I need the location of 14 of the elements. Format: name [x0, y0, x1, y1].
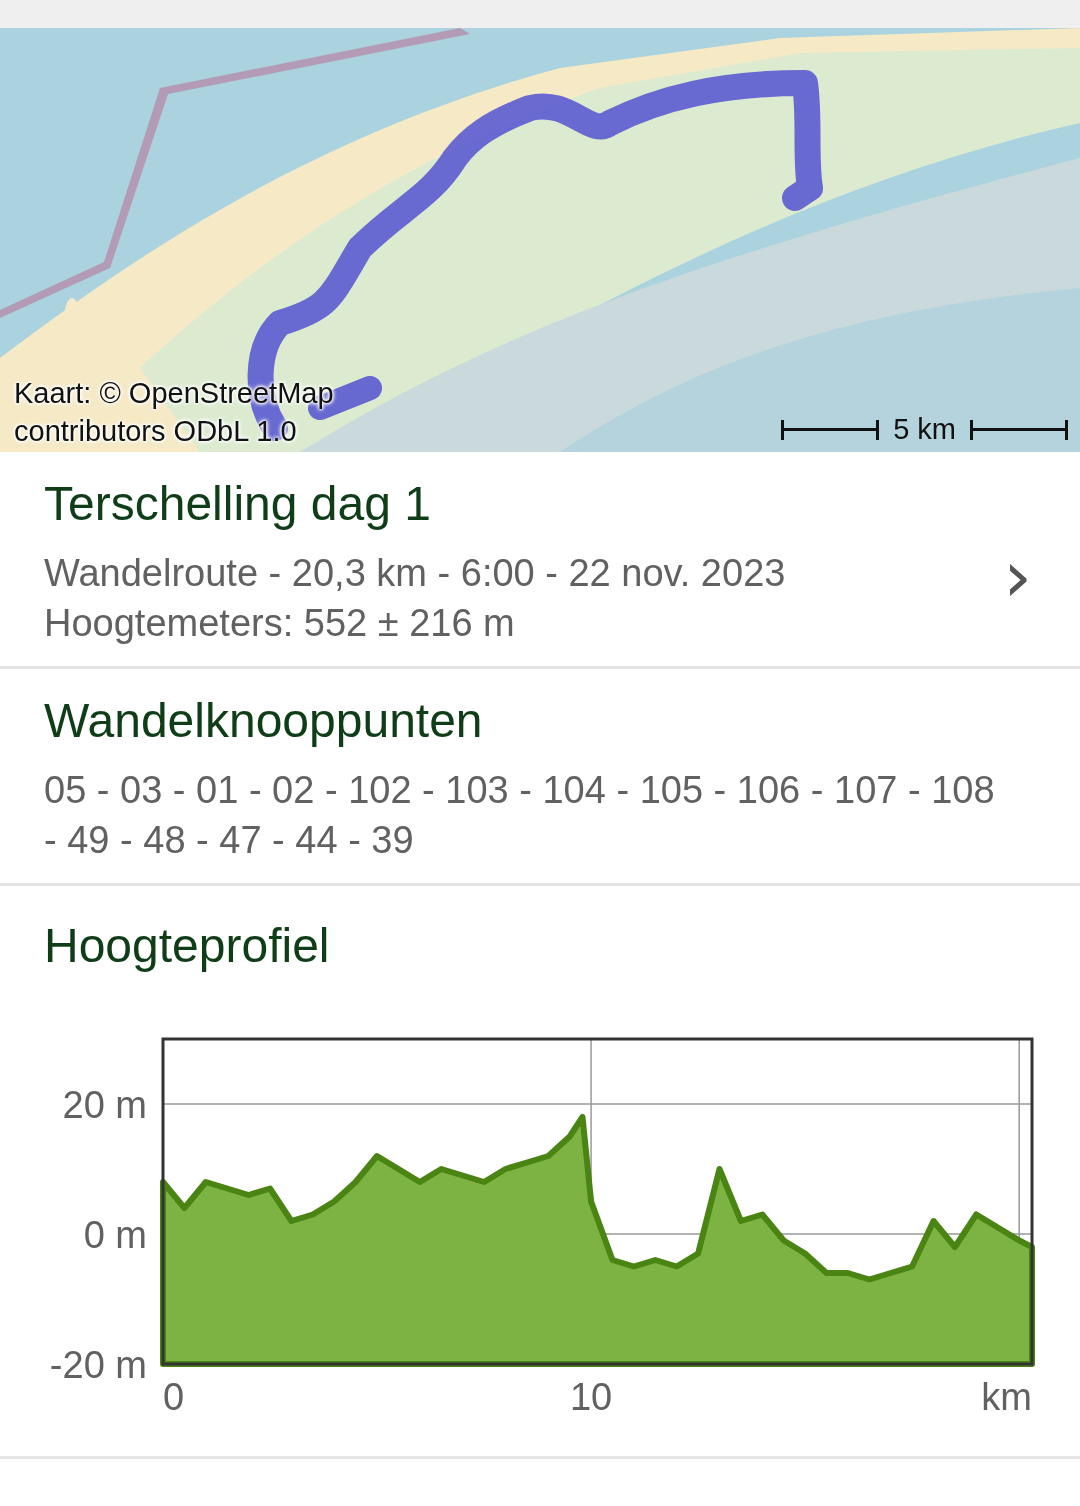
- section-title: Wandelknooppunten: [44, 693, 484, 749]
- route-title: Terschelling dag 1: [44, 476, 432, 532]
- x-tick-label: km: [981, 1376, 1032, 1418]
- x-tick-label: 0: [163, 1376, 185, 1418]
- y-tick-label: 0 m: [83, 1214, 147, 1256]
- y-tick-label: -20 m: [49, 1344, 147, 1386]
- x-tick-label: 10: [569, 1376, 613, 1418]
- elevation-summary: Hoogtemeters: 552 ± 216 m: [44, 601, 516, 646]
- y-tick-label: 20 m: [62, 1084, 147, 1126]
- node-list: 05 - 03 - 01 - 02 - 102 - 103 - 104 - 105 - 106 - 107 - 108 - 49 - 48 - 47 - 44 - 39: [44, 765, 1004, 865]
- chevron-button[interactable]: ›: [995, 540, 1040, 612]
- section-title: Hoogteprofiel: [44, 918, 331, 974]
- scale-bar: 5 km: [781, 413, 1068, 446]
- route-details: Wandelroute - 20,3 km - 6:00 - 22 nov. 2023: [44, 551, 786, 596]
